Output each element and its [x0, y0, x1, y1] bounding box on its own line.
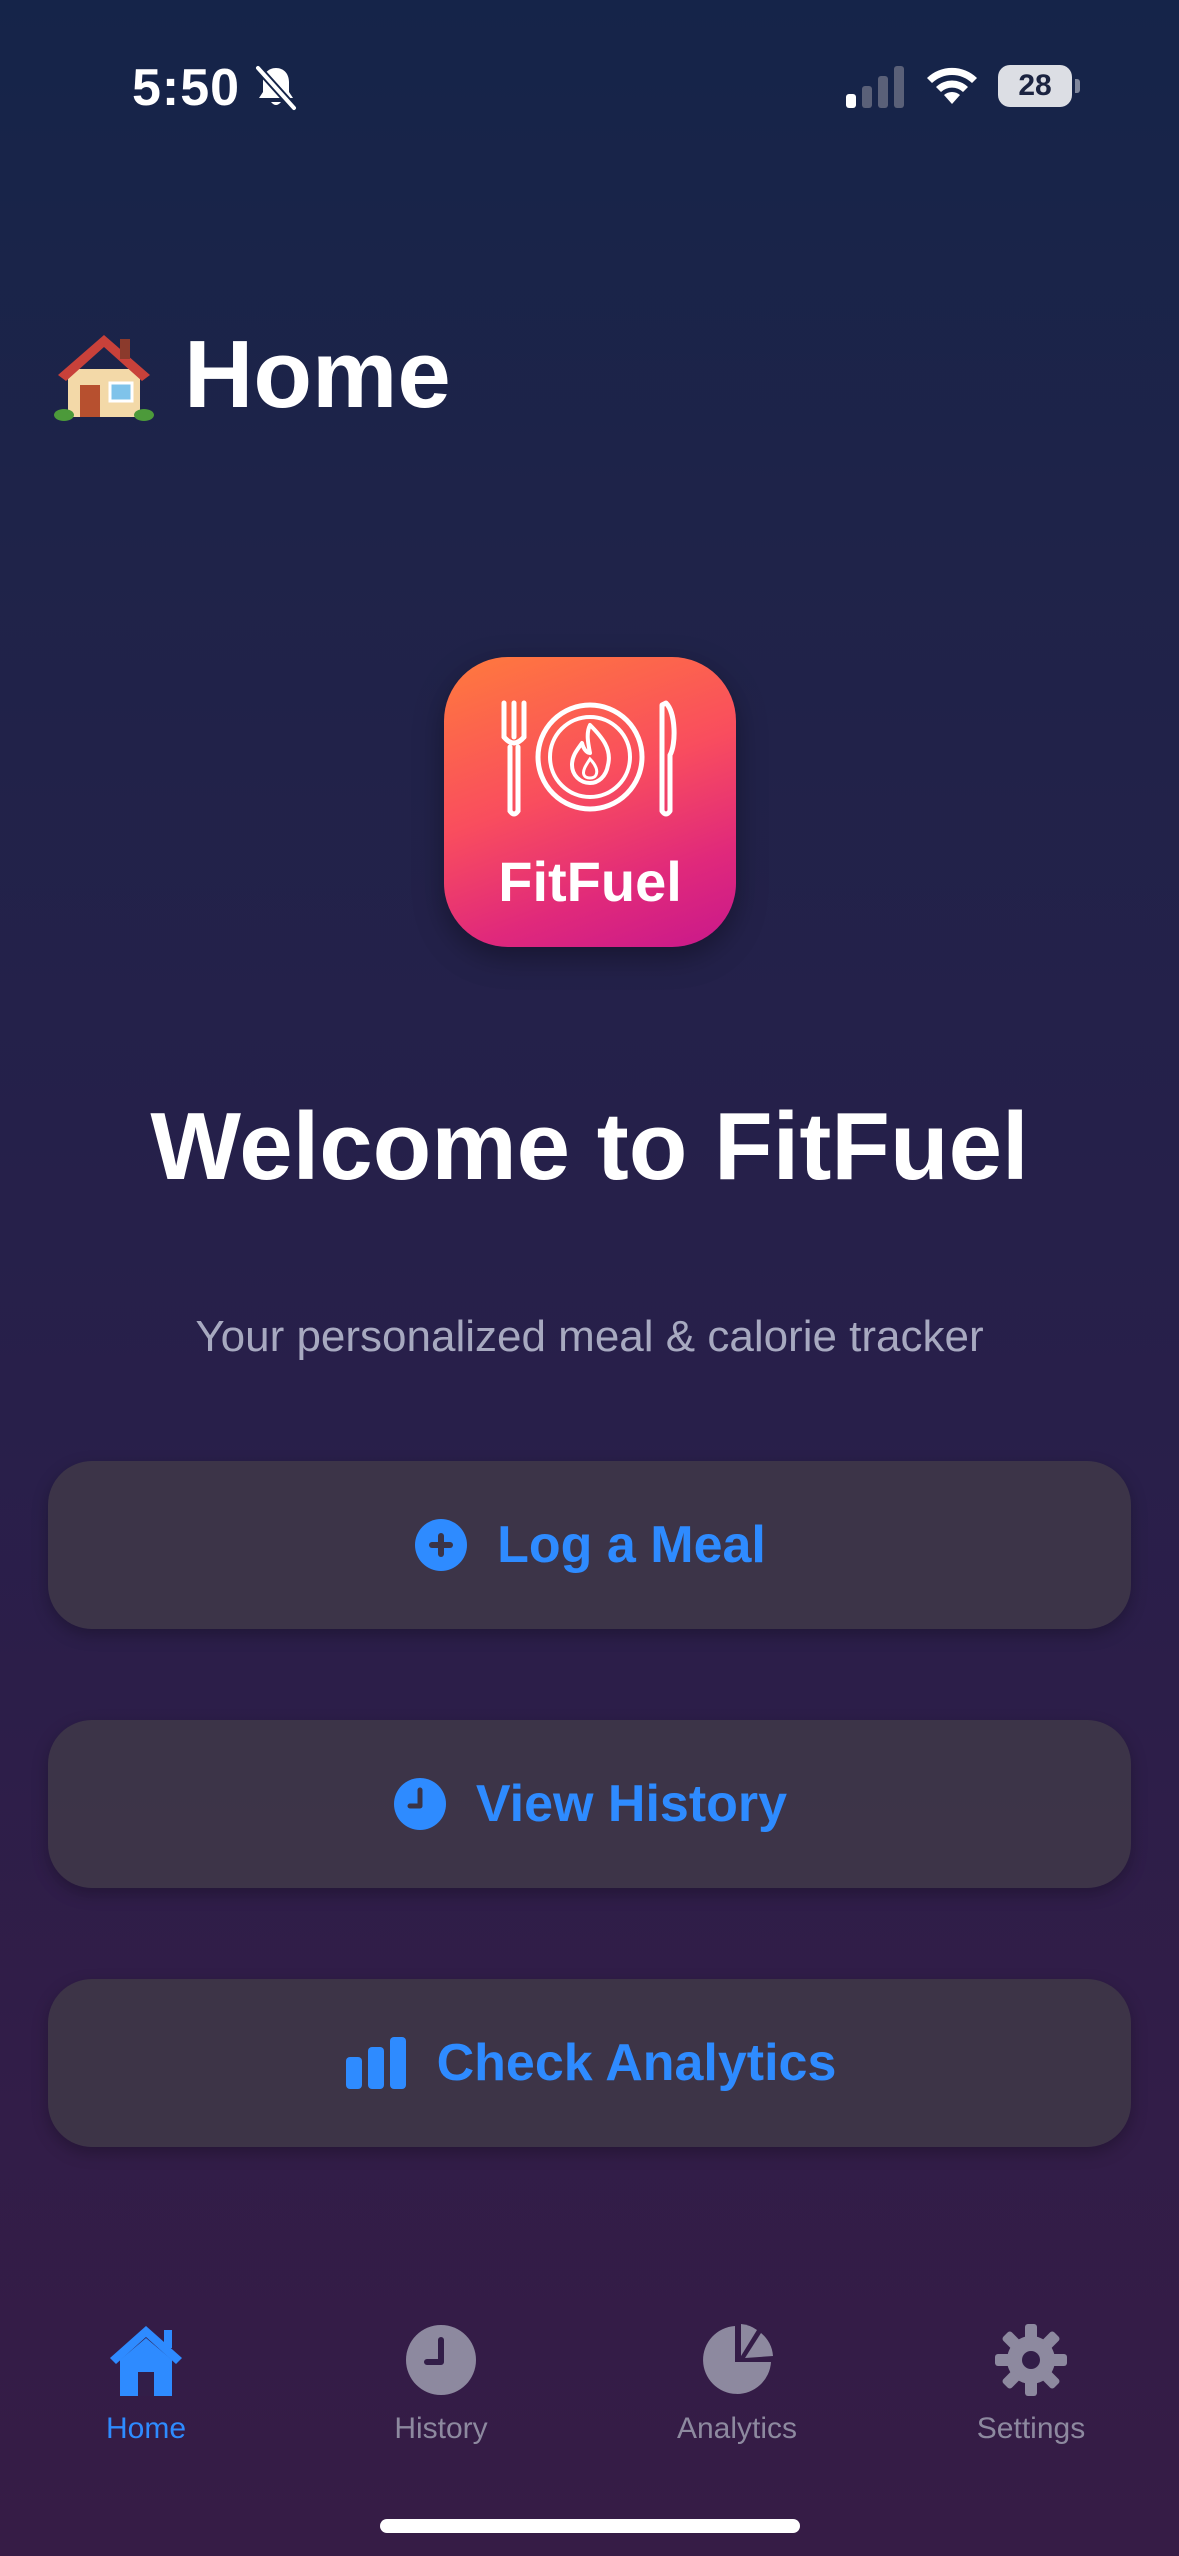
clock-icon [393, 1778, 446, 1830]
app-logo: FitFuel [444, 657, 736, 947]
battery-icon: 28 [998, 65, 1080, 107]
house-icon [110, 2326, 182, 2396]
tab-settings-label: Settings [976, 2412, 1086, 2445]
gear-icon [995, 2324, 1067, 2396]
wifi-icon [927, 67, 977, 104]
log-meal-button-label: Log a Meal [497, 1516, 766, 1574]
clock-icon [406, 2325, 476, 2395]
tab-settings[interactable]: Settings [921, 2320, 1141, 2446]
check-analytics-button[interactable]: Check Analytics [48, 1979, 1131, 2147]
tab-bar: Home History Analytics Settings [0, 2300, 1179, 2460]
bell-slash-icon [254, 64, 298, 112]
status-time: 5:50 [132, 59, 241, 117]
page-header: Home [54, 320, 451, 430]
tab-history[interactable]: History [331, 2320, 551, 2446]
welcome-subtitle: Your personalized meal & calorie tracker [195, 1312, 984, 1361]
battery-level: 28 [998, 65, 1072, 107]
plate-flame-cutlery-icon [501, 700, 677, 817]
view-history-button-label: View History [475, 1775, 788, 1833]
home-indicator[interactable] [380, 2519, 800, 2533]
battery-tip [1075, 79, 1080, 93]
house-emoji-icon [54, 335, 154, 421]
tab-history-label: History [394, 2412, 488, 2445]
welcome-title: Welcome to FitFuel [150, 1093, 1029, 1200]
check-analytics-button-label: Check Analytics [436, 2034, 837, 2092]
tab-analytics-label: Analytics [676, 2412, 798, 2445]
pie-chart-icon [703, 2324, 773, 2394]
cellular-signal-icon [846, 66, 904, 108]
tab-home[interactable]: Home [36, 2320, 256, 2446]
page-title: Home [184, 321, 451, 428]
status-bar: 5:50 28 [0, 0, 1179, 170]
view-history-button[interactable]: View History [48, 1720, 1131, 1888]
app-logo-label: FitFuel [498, 850, 682, 913]
log-meal-button[interactable]: Log a Meal [48, 1461, 1131, 1629]
plus-circle-icon [415, 1519, 468, 1571]
tab-home-label: Home [105, 2412, 187, 2445]
tab-analytics[interactable]: Analytics [627, 2320, 847, 2446]
bar-chart-icon [345, 2037, 406, 2089]
